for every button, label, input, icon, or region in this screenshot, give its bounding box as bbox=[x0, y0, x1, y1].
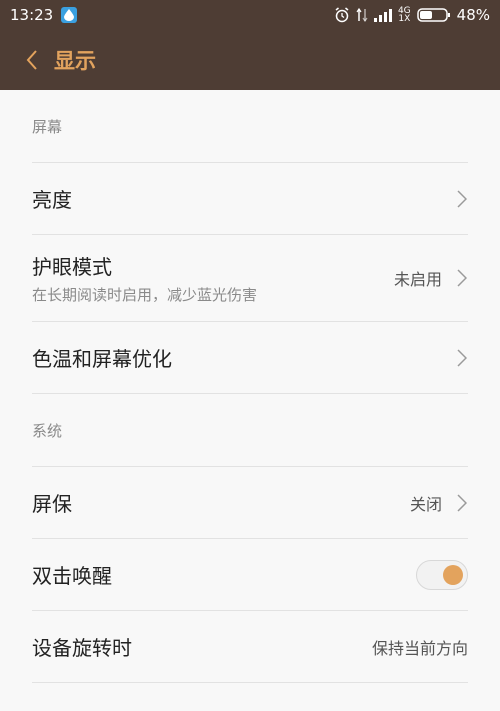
row-right bbox=[416, 559, 468, 590]
rotation-label: 设备旋转时 bbox=[32, 636, 132, 660]
brightness-label: 亮度 bbox=[32, 188, 72, 212]
rotation-value: 保持当前方向 bbox=[371, 638, 468, 658]
double-tap-wake-label: 双击唤醒 bbox=[32, 564, 112, 588]
eye-protection-row[interactable]: 护眼模式 在长期阅读时启用，减少蓝光伤害 未启用 bbox=[0, 235, 500, 321]
status-left: 13:23 bbox=[10, 6, 78, 24]
row-right: 保持当前方向 bbox=[372, 635, 468, 659]
divider bbox=[32, 682, 468, 683]
page-title: 显示 bbox=[54, 49, 96, 73]
section-header-screen: 屏幕 bbox=[32, 117, 63, 136]
eye-protection-status: 未启用 bbox=[393, 270, 442, 289]
chevron-right-icon bbox=[456, 493, 468, 513]
screensaver-row[interactable]: 屏保 关闭 bbox=[0, 467, 500, 538]
title-bar: 显示 bbox=[0, 30, 500, 90]
signal-icon bbox=[373, 8, 392, 22]
double-tap-wake-toggle[interactable] bbox=[416, 559, 468, 590]
row-right: 关闭 bbox=[410, 491, 468, 515]
status-right: 4G 1X 48% bbox=[334, 6, 490, 24]
double-tap-wake-row: 双击唤醒 bbox=[0, 539, 500, 610]
back-arrow-icon[interactable] bbox=[20, 48, 44, 72]
eye-protection-description: 在长期阅读时启用，减少蓝光伤害 bbox=[32, 286, 258, 304]
row-text: 亮度 bbox=[32, 184, 72, 213]
eye-protection-label: 护眼模式 bbox=[32, 255, 112, 279]
water-drop-icon bbox=[61, 7, 78, 23]
chevron-right-icon bbox=[456, 189, 468, 209]
row-text: 色温和屏幕优化 bbox=[32, 343, 172, 372]
rotation-row[interactable]: 设备旋转时 保持当前方向 bbox=[0, 611, 500, 682]
screensaver-label: 屏保 bbox=[32, 492, 72, 516]
section-header-system: 系统 bbox=[32, 421, 63, 440]
row-right bbox=[456, 189, 468, 209]
color-temperature-label: 色温和屏幕优化 bbox=[32, 347, 172, 371]
row-text: 护眼模式 在长期阅读时启用，减少蓝光伤害 bbox=[32, 251, 257, 305]
row-text: 屏保 bbox=[32, 488, 72, 517]
brightness-row[interactable]: 亮度 bbox=[0, 163, 500, 234]
toggle-knob bbox=[443, 564, 463, 585]
alarm-icon bbox=[334, 7, 350, 23]
status-bar: 13:23 4G 1X 48% bbox=[0, 0, 500, 30]
row-text: 双击唤醒 bbox=[32, 560, 112, 589]
row-right bbox=[456, 348, 468, 368]
network-type-bottom: 1X bbox=[398, 14, 411, 24]
color-temperature-row[interactable]: 色温和屏幕优化 bbox=[0, 322, 500, 393]
chevron-right-icon bbox=[456, 348, 468, 368]
screensaver-status: 关闭 bbox=[409, 494, 442, 514]
network-type: 4G 1X bbox=[398, 7, 411, 24]
row-right: 未启用 bbox=[394, 266, 468, 290]
battery-icon bbox=[416, 7, 451, 23]
settings-list: 屏幕 亮度 护眼模式 在长期阅读时启用，减少蓝光伤害 未启用 色温和屏幕优化 系… bbox=[0, 90, 500, 711]
battery-percent: 48% bbox=[456, 6, 490, 24]
data-transfer-icon bbox=[356, 7, 368, 23]
row-text: 设备旋转时 bbox=[32, 632, 132, 661]
chevron-right-icon bbox=[456, 268, 468, 288]
status-time: 13:23 bbox=[10, 6, 54, 24]
